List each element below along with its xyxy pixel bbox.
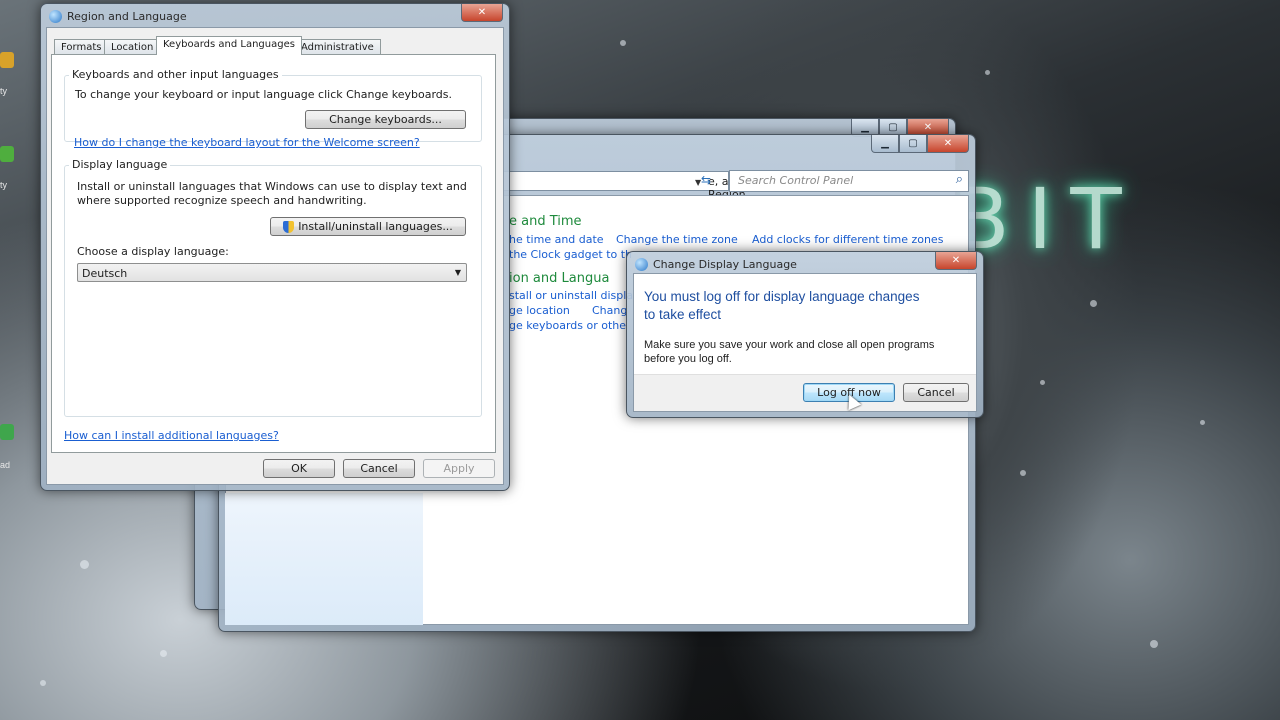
control-panel-sidebar (225, 493, 423, 625)
snow-speck (1090, 300, 1097, 307)
snow-speck (40, 680, 46, 686)
tab-panel: Keyboards and other input languages To c… (51, 54, 496, 453)
dialog-title: Change Display Language (653, 258, 797, 271)
search-input[interactable]: Search Control Panel ⌕ (729, 170, 969, 192)
welcome-keyboard-link[interactable]: How do I change the keyboard layout for … (74, 136, 420, 149)
cancel-button[interactable]: Cancel (343, 459, 415, 478)
dialog-title: Region and Language (67, 10, 187, 23)
minimize-icon[interactable]: ▁ (871, 135, 899, 153)
tab-formats[interactable]: Formats (54, 39, 109, 55)
link-clock-gadget[interactable]: the Clock gadget to th (509, 248, 632, 261)
dialog-client: Formats Location Keyboards and Languages… (46, 27, 504, 485)
tab-keyboards-languages[interactable]: Keyboards and Languages (156, 36, 302, 55)
content-line-1: Make sure you save your work and close a… (644, 339, 935, 351)
region-language-dialog[interactable]: Region and Language ✕ Formats Location K… (40, 3, 510, 491)
category-heading-region[interactable]: ion and Langua (509, 271, 609, 286)
desktop-app-icon[interactable] (0, 52, 14, 68)
main-instruction-line-1: You must log off for display language ch… (644, 289, 920, 304)
desktop-icon-label: ty (0, 86, 8, 96)
category-heading-clock[interactable]: e and Time (509, 214, 582, 229)
snow-speck (1020, 470, 1026, 476)
link-change[interactable]: Chang (592, 304, 627, 317)
language-icon (635, 258, 648, 271)
uac-shield-icon (283, 220, 295, 233)
keyboards-group-label: Keyboards and other input languages (69, 68, 282, 81)
desktop-app-icon[interactable] (0, 146, 14, 162)
close-icon[interactable]: ✕ (461, 4, 503, 22)
selected-language: Deutsch (82, 267, 128, 280)
display-language-description-2: where supported recognize speech and han… (77, 194, 367, 207)
ok-button[interactable]: OK (263, 459, 335, 478)
keyboards-group (64, 75, 482, 142)
snow-speck (1040, 380, 1045, 385)
install-additional-languages-link[interactable]: How can I install additional languages? (64, 429, 279, 442)
display-language-select[interactable]: Deutsch ▼ (77, 263, 467, 282)
window-caption-buttons: ✕ (461, 4, 503, 22)
link-add-clocks[interactable]: Add clocks for different time zones (752, 233, 943, 246)
content-line-2: before you log off. (644, 353, 732, 365)
refresh-icon[interactable]: ⇆ (701, 173, 721, 189)
tab-location[interactable]: Location (104, 39, 161, 55)
change-keyboards-button[interactable]: Change keyboards... (305, 110, 466, 129)
chevron-down-icon: ▼ (454, 268, 461, 277)
snow-speck (160, 650, 167, 657)
keyboards-description: To change your keyboard or input languag… (75, 88, 452, 101)
desktop-icon-label: ad (0, 460, 11, 470)
install-uninstall-label: Install/uninstall languages... (298, 220, 453, 233)
cancel-button[interactable]: Cancel (903, 383, 969, 402)
main-instruction: You must log off for display language ch… (644, 288, 974, 324)
main-instruction-line-2: to take effect (644, 307, 722, 322)
maximize-icon[interactable]: ▢ (899, 135, 927, 153)
display-language-label: Display language (69, 158, 171, 171)
snow-speck (80, 560, 89, 569)
link-install-display[interactable]: stall or uninstall displa (509, 289, 633, 302)
link-location[interactable]: ge location (509, 304, 570, 317)
window-caption-buttons: ✕ (935, 252, 977, 270)
dialog-footer: Log off now Cancel (634, 374, 976, 411)
choose-display-language-label: Choose a display language: (77, 245, 229, 258)
change-display-language-dialog[interactable]: Change Display Language ✕ You must log o… (626, 251, 984, 418)
search-icon[interactable]: ⌕ (956, 172, 963, 187)
apply-button[interactable]: Apply (423, 459, 495, 478)
globe-icon (49, 10, 62, 23)
search-placeholder: Search Control Panel (738, 174, 854, 187)
dialog-client: You must log off for display language ch… (633, 273, 977, 412)
link-time-zone[interactable]: Change the time zone (616, 233, 738, 246)
window-caption-buttons: ▁ ▢ ✕ (871, 135, 969, 153)
snow-speck (1150, 640, 1158, 648)
tab-administrative[interactable]: Administrative (294, 39, 381, 55)
display-language-description-1: Install or uninstall languages that Wind… (77, 180, 467, 193)
snow-speck (1200, 420, 1205, 425)
desktop-icon-label: ty (0, 180, 8, 190)
link-keyboards[interactable]: ge keyboards or othe (509, 319, 626, 332)
close-icon[interactable]: ✕ (935, 252, 977, 270)
desktop-app-icon[interactable] (0, 424, 14, 440)
install-uninstall-languages-button[interactable]: Install/uninstall languages... (270, 217, 466, 236)
content-text: Make sure you save your work and close a… (644, 338, 964, 366)
snow-speck (620, 40, 626, 46)
link-set-time[interactable]: he time and date (509, 233, 604, 246)
close-icon[interactable]: ✕ (927, 135, 969, 153)
snow-speck (985, 70, 990, 75)
